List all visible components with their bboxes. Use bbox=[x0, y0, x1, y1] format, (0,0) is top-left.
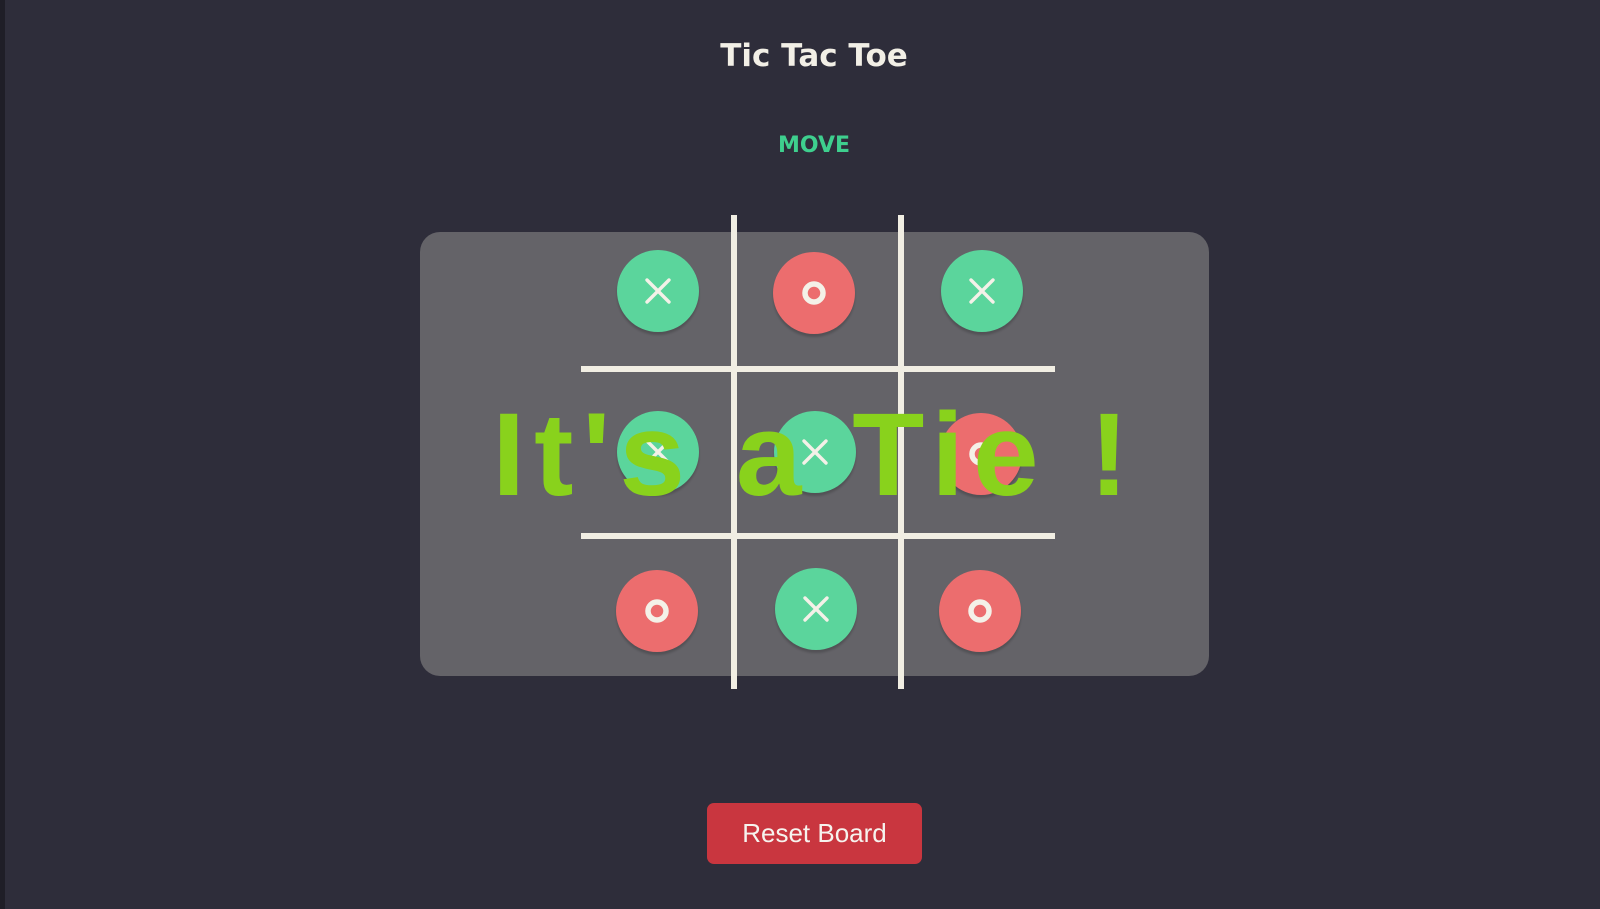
board-cell-3[interactable] bbox=[941, 250, 1023, 332]
move-status: MOVE bbox=[777, 133, 851, 158]
o-ring-icon bbox=[968, 599, 992, 623]
board-cell-7[interactable] bbox=[616, 570, 698, 652]
x-mark-icon bbox=[802, 439, 828, 465]
x-mark-icon bbox=[645, 278, 671, 304]
o-ring-icon bbox=[645, 599, 669, 623]
board-cell-4[interactable] bbox=[617, 411, 699, 493]
grid-line-vertical-2 bbox=[898, 215, 904, 689]
o-ring-icon bbox=[969, 442, 993, 466]
x-mark-icon bbox=[969, 278, 995, 304]
x-mark-icon bbox=[645, 439, 671, 465]
board-cell-2[interactable] bbox=[773, 252, 855, 334]
grid-line-vertical-1 bbox=[731, 215, 737, 689]
reset-board-button[interactable]: Reset Board bbox=[707, 803, 922, 864]
o-ring-icon bbox=[802, 281, 826, 305]
page-title: Tic Tac Toe bbox=[720, 38, 908, 74]
board-cell-5[interactable] bbox=[774, 411, 856, 493]
x-mark-icon bbox=[803, 596, 829, 622]
grid-line-horizontal-1 bbox=[581, 366, 1055, 372]
grid-line-horizontal-2 bbox=[581, 533, 1055, 539]
board-cell-8[interactable] bbox=[775, 568, 857, 650]
board-cell-6[interactable] bbox=[940, 413, 1022, 495]
board-cell-1[interactable] bbox=[617, 250, 699, 332]
board-cell-9[interactable] bbox=[939, 570, 1021, 652]
